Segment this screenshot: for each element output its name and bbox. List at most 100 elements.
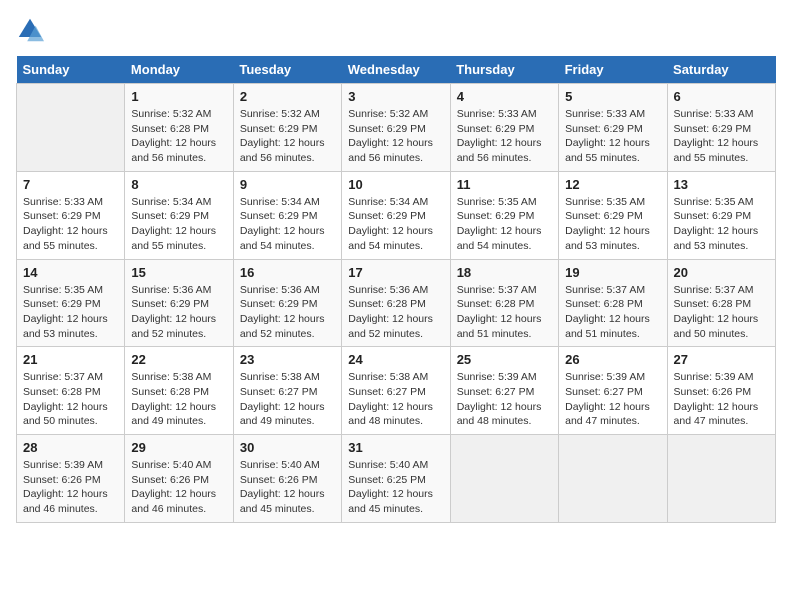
day-number: 17 <box>348 265 443 280</box>
day-number: 8 <box>131 177 226 192</box>
day-number: 12 <box>565 177 660 192</box>
calendar-cell: 11 Sunrise: 5:35 AM Sunset: 6:29 PM Dayli… <box>450 171 558 259</box>
calendar-cell: 9 Sunrise: 5:34 AM Sunset: 6:29 PM Daylig… <box>233 171 341 259</box>
day-info: Sunrise: 5:37 AM Sunset: 6:28 PM Dayligh… <box>565 283 660 342</box>
day-info: Sunrise: 5:32 AM Sunset: 6:29 PM Dayligh… <box>348 107 443 166</box>
day-number: 18 <box>457 265 552 280</box>
day-info: Sunrise: 5:37 AM Sunset: 6:28 PM Dayligh… <box>23 370 118 429</box>
day-number: 23 <box>240 352 335 367</box>
calendar-cell: 15 Sunrise: 5:36 AM Sunset: 6:29 PM Dayli… <box>125 259 233 347</box>
day-number: 19 <box>565 265 660 280</box>
calendar-cell: 23 Sunrise: 5:38 AM Sunset: 6:27 PM Dayli… <box>233 347 341 435</box>
day-info: Sunrise: 5:33 AM Sunset: 6:29 PM Dayligh… <box>23 195 118 254</box>
day-number: 15 <box>131 265 226 280</box>
week-row-4: 21 Sunrise: 5:37 AM Sunset: 6:28 PM Dayli… <box>17 347 776 435</box>
week-row-2: 7 Sunrise: 5:33 AM Sunset: 6:29 PM Daylig… <box>17 171 776 259</box>
day-number: 24 <box>348 352 443 367</box>
calendar-cell: 24 Sunrise: 5:38 AM Sunset: 6:27 PM Dayli… <box>342 347 450 435</box>
calendar-cell: 18 Sunrise: 5:37 AM Sunset: 6:28 PM Dayli… <box>450 259 558 347</box>
day-info: Sunrise: 5:34 AM Sunset: 6:29 PM Dayligh… <box>348 195 443 254</box>
day-number: 14 <box>23 265 118 280</box>
calendar-cell: 20 Sunrise: 5:37 AM Sunset: 6:28 PM Dayli… <box>667 259 775 347</box>
header <box>16 16 776 44</box>
calendar-cell: 6 Sunrise: 5:33 AM Sunset: 6:29 PM Daylig… <box>667 84 775 172</box>
header-cell-sunday: Sunday <box>17 56 125 84</box>
day-number: 28 <box>23 440 118 455</box>
day-number: 10 <box>348 177 443 192</box>
calendar-cell <box>559 435 667 523</box>
day-info: Sunrise: 5:39 AM Sunset: 6:27 PM Dayligh… <box>457 370 552 429</box>
day-info: Sunrise: 5:38 AM Sunset: 6:27 PM Dayligh… <box>348 370 443 429</box>
calendar-cell: 26Sunrise: 5:39 AM Sunset: 6:27 PM Dayli… <box>559 347 667 435</box>
day-number: 31 <box>348 440 443 455</box>
calendar-cell: 2Sunrise: 5:32 AM Sunset: 6:29 PM Daylig… <box>233 84 341 172</box>
day-number: 5 <box>565 89 660 104</box>
header-cell-saturday: Saturday <box>667 56 775 84</box>
day-info: Sunrise: 5:34 AM Sunset: 6:29 PM Dayligh… <box>240 195 335 254</box>
calendar-cell: 8 Sunrise: 5:34 AM Sunset: 6:29 PM Daylig… <box>125 171 233 259</box>
calendar-header: SundayMondayTuesdayWednesdayThursdayFrid… <box>17 56 776 84</box>
day-info: Sunrise: 5:35 AM Sunset: 6:29 PM Dayligh… <box>23 283 118 342</box>
day-info: Sunrise: 5:35 AM Sunset: 6:29 PM Dayligh… <box>457 195 552 254</box>
day-number: 30 <box>240 440 335 455</box>
header-row: SundayMondayTuesdayWednesdayThursdayFrid… <box>17 56 776 84</box>
day-info: Sunrise: 5:37 AM Sunset: 6:28 PM Dayligh… <box>674 283 769 342</box>
day-number: 25 <box>457 352 552 367</box>
header-cell-monday: Monday <box>125 56 233 84</box>
calendar-cell: 12 Sunrise: 5:35 AM Sunset: 6:29 PM Dayli… <box>559 171 667 259</box>
calendar-cell: 28 Sunrise: 5:39 AM Sunset: 6:26 PM Dayli… <box>17 435 125 523</box>
calendar-cell: 19 Sunrise: 5:37 AM Sunset: 6:28 PM Dayli… <box>559 259 667 347</box>
calendar-cell: 5 Sunrise: 5:33 AM Sunset: 6:29 PM Daylig… <box>559 84 667 172</box>
calendar-cell <box>667 435 775 523</box>
day-info: Sunrise: 5:38 AM Sunset: 6:28 PM Dayligh… <box>131 370 226 429</box>
calendar-cell: 29 Sunrise: 5:40 AM Sunset: 6:26 PM Dayli… <box>125 435 233 523</box>
day-info: Sunrise: 5:34 AM Sunset: 6:29 PM Dayligh… <box>131 195 226 254</box>
calendar-cell: 13Sunrise: 5:35 AM Sunset: 6:29 PM Dayli… <box>667 171 775 259</box>
week-row-5: 28 Sunrise: 5:39 AM Sunset: 6:26 PM Dayli… <box>17 435 776 523</box>
header-cell-friday: Friday <box>559 56 667 84</box>
day-info: Sunrise: 5:36 AM Sunset: 6:29 PM Dayligh… <box>131 283 226 342</box>
day-info: Sunrise: 5:35 AM Sunset: 6:29 PM Dayligh… <box>674 195 769 254</box>
calendar-cell: 30 Sunrise: 5:40 AM Sunset: 6:26 PM Dayli… <box>233 435 341 523</box>
calendar-cell: 16 Sunrise: 5:36 AM Sunset: 6:29 PM Dayli… <box>233 259 341 347</box>
day-number: 9 <box>240 177 335 192</box>
day-info: Sunrise: 5:37 AM Sunset: 6:28 PM Dayligh… <box>457 283 552 342</box>
calendar-cell: 25 Sunrise: 5:39 AM Sunset: 6:27 PM Dayli… <box>450 347 558 435</box>
calendar-cell: 4Sunrise: 5:33 AM Sunset: 6:29 PM Daylig… <box>450 84 558 172</box>
day-info: Sunrise: 5:39 AM Sunset: 6:27 PM Dayligh… <box>565 370 660 429</box>
calendar-cell: 31Sunrise: 5:40 AM Sunset: 6:25 PM Dayli… <box>342 435 450 523</box>
calendar-cell <box>17 84 125 172</box>
calendar-cell: 27Sunrise: 5:39 AM Sunset: 6:26 PM Dayli… <box>667 347 775 435</box>
day-number: 20 <box>674 265 769 280</box>
header-cell-tuesday: Tuesday <box>233 56 341 84</box>
header-cell-thursday: Thursday <box>450 56 558 84</box>
week-row-1: 1Sunrise: 5:32 AM Sunset: 6:28 PM Daylig… <box>17 84 776 172</box>
day-number: 7 <box>23 177 118 192</box>
calendar-cell <box>450 435 558 523</box>
day-info: Sunrise: 5:40 AM Sunset: 6:26 PM Dayligh… <box>240 458 335 517</box>
calendar-cell: 21 Sunrise: 5:37 AM Sunset: 6:28 PM Dayli… <box>17 347 125 435</box>
day-number: 16 <box>240 265 335 280</box>
day-number: 11 <box>457 177 552 192</box>
day-number: 21 <box>23 352 118 367</box>
day-number: 3 <box>348 89 443 104</box>
day-number: 6 <box>674 89 769 104</box>
day-info: Sunrise: 5:33 AM Sunset: 6:29 PM Dayligh… <box>565 107 660 166</box>
header-cell-wednesday: Wednesday <box>342 56 450 84</box>
calendar-cell: 14 Sunrise: 5:35 AM Sunset: 6:29 PM Dayli… <box>17 259 125 347</box>
day-info: Sunrise: 5:39 AM Sunset: 6:26 PM Dayligh… <box>23 458 118 517</box>
day-info: Sunrise: 5:32 AM Sunset: 6:29 PM Dayligh… <box>240 107 335 166</box>
day-info: Sunrise: 5:38 AM Sunset: 6:27 PM Dayligh… <box>240 370 335 429</box>
day-info: Sunrise: 5:36 AM Sunset: 6:29 PM Dayligh… <box>240 283 335 342</box>
day-number: 29 <box>131 440 226 455</box>
calendar-table: SundayMondayTuesdayWednesdayThursdayFrid… <box>16 56 776 523</box>
day-info: Sunrise: 5:35 AM Sunset: 6:29 PM Dayligh… <box>565 195 660 254</box>
calendar-cell: 17Sunrise: 5:36 AM Sunset: 6:28 PM Dayli… <box>342 259 450 347</box>
calendar-cell: 7 Sunrise: 5:33 AM Sunset: 6:29 PM Daylig… <box>17 171 125 259</box>
day-info: Sunrise: 5:32 AM Sunset: 6:28 PM Dayligh… <box>131 107 226 166</box>
day-info: Sunrise: 5:33 AM Sunset: 6:29 PM Dayligh… <box>674 107 769 166</box>
calendar-cell: 10 Sunrise: 5:34 AM Sunset: 6:29 PM Dayli… <box>342 171 450 259</box>
logo-icon <box>16 16 44 44</box>
day-info: Sunrise: 5:40 AM Sunset: 6:26 PM Dayligh… <box>131 458 226 517</box>
calendar-cell: 3 Sunrise: 5:32 AM Sunset: 6:29 PM Daylig… <box>342 84 450 172</box>
